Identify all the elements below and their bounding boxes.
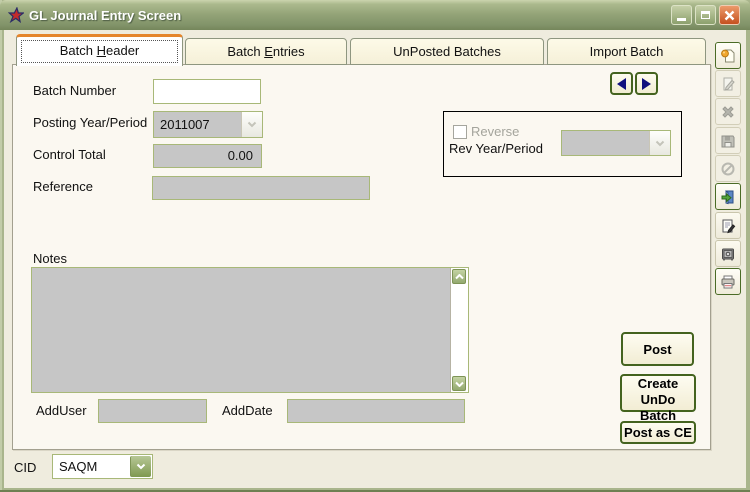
memo-button[interactable]: [715, 212, 741, 239]
rev-period-label: Rev Year/Period: [449, 141, 543, 156]
tab-batch-header[interactable]: Batch Header: [16, 34, 183, 66]
reference-label: Reference: [33, 179, 93, 194]
edit-icon: [720, 76, 736, 92]
notes-scrollbar[interactable]: [450, 268, 468, 392]
batch-number-input[interactable]: [153, 79, 261, 104]
scroll-up-button[interactable]: [452, 269, 466, 284]
app-window: GL Journal Entry Screen Batch Header Bat…: [0, 0, 750, 492]
chevron-up-icon: [455, 274, 464, 280]
add-date-label: AddDate: [222, 403, 273, 418]
posting-period-label: Posting Year/Period: [33, 115, 147, 130]
control-total-label: Control Total: [33, 147, 106, 162]
reverse-group: Reverse Rev Year/Period: [443, 111, 682, 177]
cancel-button: [715, 155, 741, 182]
rev-period-value: [562, 131, 649, 155]
notes-textarea: [31, 267, 469, 393]
chevron-down-icon: [649, 131, 670, 155]
memo-icon: [720, 218, 736, 234]
cancel-icon: [720, 161, 736, 177]
cid-value: SAQM: [53, 455, 129, 478]
exit-button[interactable]: [715, 183, 741, 210]
cid-label: CID: [14, 460, 36, 475]
close-icon: [724, 10, 735, 21]
add-user-field: [98, 399, 207, 423]
chevron-down-icon: [455, 381, 464, 387]
batch-header-page: Batch Number Posting Year/Period 2011007…: [12, 64, 711, 450]
minimize-icon: [677, 18, 686, 21]
window-controls: [671, 5, 740, 25]
client-area: Batch Header Batch Entries UnPosted Batc…: [4, 30, 746, 488]
title-bar[interactable]: GL Journal Entry Screen: [0, 0, 750, 30]
exit-icon: [720, 189, 736, 205]
window-title: GL Journal Entry Screen: [29, 8, 181, 23]
cid-select[interactable]: SAQM: [52, 454, 153, 479]
tab-batch-entries[interactable]: Batch Entries: [185, 38, 347, 65]
post-as-ce-button[interactable]: Post as CE: [620, 421, 696, 444]
reverse-checkbox: [453, 125, 467, 139]
post-button[interactable]: Post: [621, 332, 694, 366]
print-button[interactable]: [715, 268, 741, 295]
batch-number-label: Batch Number: [33, 83, 116, 98]
right-arrow-icon: [642, 78, 651, 90]
tab-label: Batch: [227, 44, 264, 59]
add-date-field: [287, 399, 465, 423]
new-entry-icon: [720, 48, 736, 64]
chevron-down-icon: [130, 456, 151, 477]
save-button: [715, 127, 741, 154]
tab-import-batch[interactable]: Import Batch: [547, 38, 706, 65]
control-total-field: 0.00: [153, 144, 262, 168]
edit-button: [715, 70, 741, 97]
posting-period-value: 2011007: [154, 112, 241, 137]
maximize-icon: [701, 11, 710, 19]
tab-label: UnPosted Batches: [393, 44, 501, 59]
save-icon: [720, 133, 736, 149]
tab-label: Batch: [60, 43, 97, 58]
new-entry-button[interactable]: [715, 42, 741, 69]
posting-period-select[interactable]: 2011007: [153, 111, 263, 138]
tab-label: Import Batch: [590, 44, 664, 59]
minimize-button[interactable]: [671, 5, 692, 25]
add-user-label: AddUser: [36, 403, 87, 418]
tab-unposted-batches[interactable]: UnPosted Batches: [350, 38, 544, 65]
reference-field: [152, 176, 370, 200]
prev-record-button[interactable]: [610, 72, 633, 95]
notes-label: Notes: [33, 251, 67, 266]
rev-period-select: [561, 130, 671, 156]
close-button[interactable]: [719, 5, 740, 25]
safe-button[interactable]: [715, 240, 741, 267]
chevron-down-icon: [241, 112, 262, 137]
delete-icon: [720, 104, 736, 120]
left-arrow-icon: [617, 78, 626, 90]
scroll-down-button[interactable]: [452, 376, 466, 391]
create-undo-batch-button[interactable]: Create UnDo Batch: [620, 374, 696, 412]
reverse-checkbox-label: Reverse: [471, 124, 519, 139]
delete-button: [715, 98, 741, 125]
print-icon: [720, 274, 736, 290]
red-star-icon: [8, 7, 24, 23]
safe-icon: [720, 246, 736, 262]
next-record-button[interactable]: [635, 72, 658, 95]
maximize-button[interactable]: [695, 5, 716, 25]
